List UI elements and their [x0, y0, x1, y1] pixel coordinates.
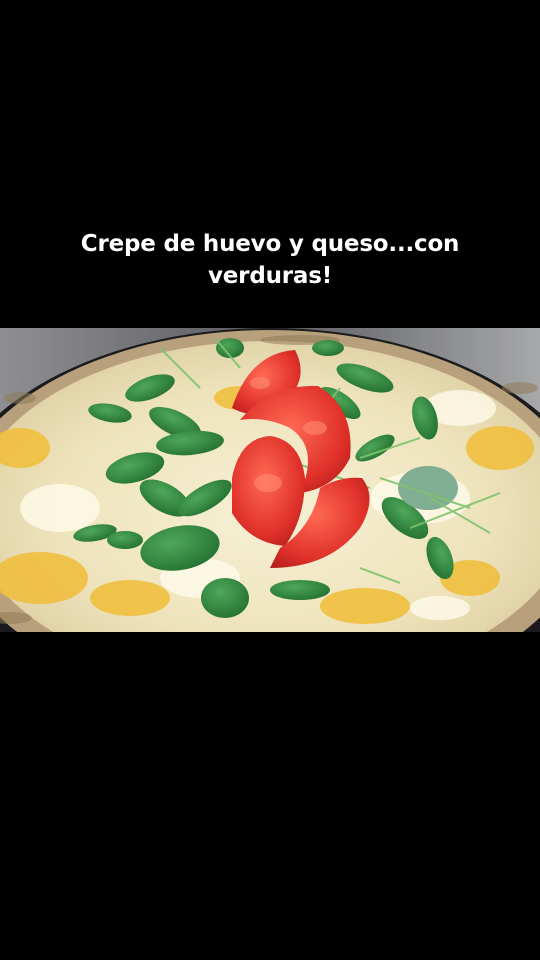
story-frame: Crepe de huevo y queso...con verduras!	[0, 0, 540, 960]
food-photo	[0, 328, 540, 632]
story-caption: Crepe de huevo y queso...con verduras!	[80, 231, 460, 289]
